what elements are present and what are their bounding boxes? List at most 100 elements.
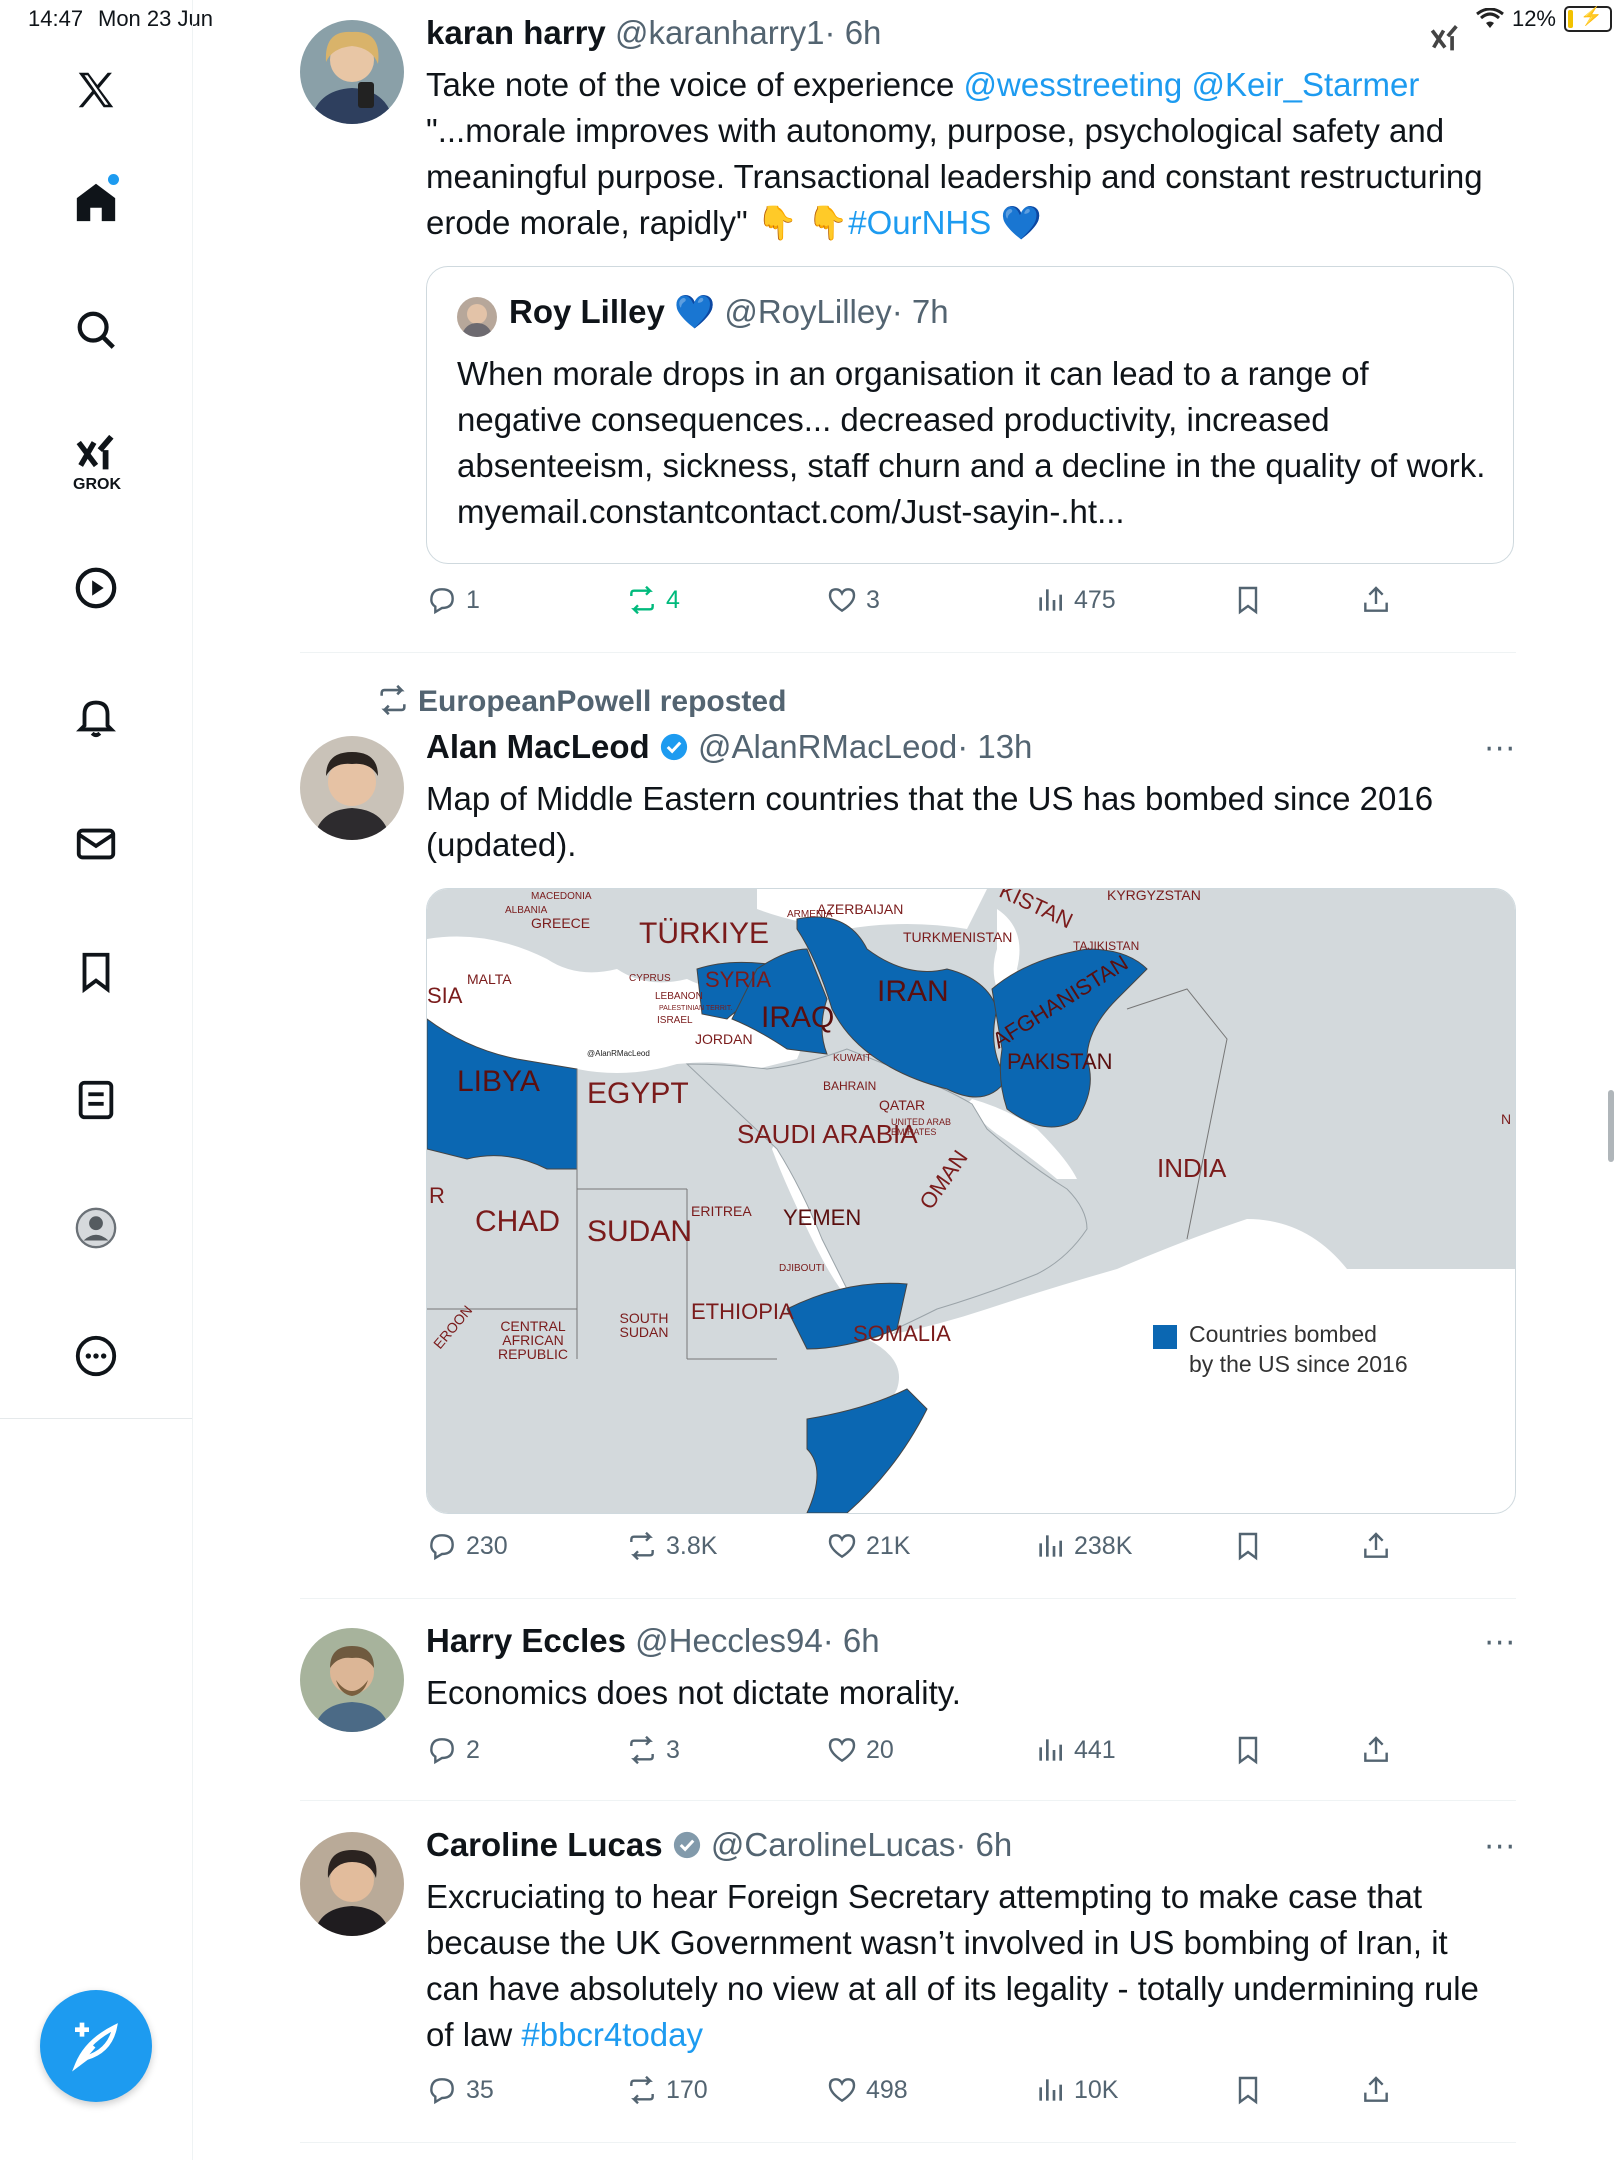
- more-options-button[interactable]: ···: [1484, 732, 1516, 767]
- map-label: R: [429, 1183, 445, 1208]
- grok-label: GROK: [73, 476, 121, 493]
- mention-link[interactable]: @wesstreeting: [964, 66, 1183, 103]
- tweet-time[interactable]: · 6h: [825, 14, 882, 51]
- map-label: SUDAN: [587, 1215, 693, 1248]
- map-label: PALESTINIAN TERRIT.: [659, 1005, 733, 1012]
- profile-icon[interactable]: [58, 1190, 134, 1266]
- like-count: 21K: [866, 1531, 911, 1560]
- video-icon[interactable]: [58, 550, 134, 626]
- home-icon[interactable]: [58, 164, 134, 240]
- heart-icon: [828, 588, 856, 613]
- tweet-divider: [300, 1598, 1516, 1599]
- reposted-by[interactable]: EuropeanPowell reposted: [418, 685, 786, 718]
- tweet-header: Alan MacLeod @AlanRMacLeod· 13h: [426, 728, 1032, 766]
- author-name[interactable]: Alan MacLeod: [426, 728, 650, 765]
- author-handle[interactable]: @CarolineLucas: [711, 1826, 955, 1863]
- like-button[interactable]: 498: [826, 2074, 908, 2106]
- share-button[interactable]: [1360, 1734, 1392, 1766]
- mention-link[interactable]: @Keir_Starmer: [1191, 66, 1419, 103]
- share-button[interactable]: [1360, 2074, 1392, 2106]
- author-name[interactable]: karan harry: [426, 14, 606, 51]
- sidebar: GROK: [0, 0, 193, 2160]
- bookmarks-icon[interactable]: [58, 934, 134, 1010]
- tweet-header: Caroline Lucas @CarolineLucas· 6h: [426, 1826, 1012, 1864]
- search-icon[interactable]: [58, 292, 134, 368]
- compose-icon: [72, 2022, 118, 2072]
- tweet-time[interactable]: · 6h: [955, 1826, 1012, 1863]
- share-button[interactable]: [1360, 1530, 1392, 1562]
- map-label: TÜRKIYE: [639, 917, 770, 950]
- like-count: 498: [866, 2075, 908, 2104]
- more-options-button[interactable]: ···: [1484, 1830, 1516, 1865]
- repost-indicator: EuropeanPowell reposted: [376, 683, 786, 719]
- avatar-caroline-lucas[interactable]: [300, 1832, 404, 1936]
- hashtag-link[interactable]: #OurNHS: [848, 204, 991, 241]
- like-button[interactable]: 3: [826, 584, 880, 616]
- views-count: 10K: [1074, 2075, 1119, 2104]
- heart-icon: [828, 1534, 856, 1559]
- bookmark-button[interactable]: [1232, 1530, 1264, 1562]
- quoted-tweet[interactable]: Roy Lilley 💙 @RoyLilley· 7h When morale …: [426, 266, 1514, 564]
- reply-button[interactable]: 1: [426, 584, 480, 616]
- verified-badge-icon: [673, 1831, 700, 1859]
- map-label: IRAN: [877, 975, 949, 1008]
- map-legend-swatch: [1153, 1325, 1177, 1349]
- views-button[interactable]: 475: [1034, 584, 1116, 616]
- lists-icon[interactable]: [58, 1062, 134, 1138]
- author-handle[interactable]: @AlanRMacLeod: [698, 728, 957, 765]
- hashtag-link[interactable]: #bbcr4today: [521, 2016, 703, 2053]
- map-label: ETHIOPIA: [691, 1299, 794, 1324]
- author-handle[interactable]: @karanharry1: [615, 14, 825, 51]
- avatar-harry-eccles[interactable]: [300, 1628, 404, 1732]
- repost-button[interactable]: 170: [626, 2074, 708, 2106]
- messages-icon[interactable]: [58, 806, 134, 882]
- repost-button[interactable]: 4: [626, 584, 680, 616]
- notifications-icon[interactable]: [58, 678, 134, 754]
- map-label: TAJIKISTAN: [1073, 939, 1140, 953]
- scrollbar[interactable]: [1608, 1090, 1614, 1162]
- author-name[interactable]: Caroline Lucas: [426, 1826, 663, 1863]
- avatar-karan-harry[interactable]: [300, 20, 404, 124]
- x-logo-icon[interactable]: [58, 52, 134, 128]
- more-icon[interactable]: [58, 1318, 134, 1394]
- map-label: DJIBOUTI: [779, 1263, 825, 1274]
- map-label: ALBANIA: [505, 905, 548, 916]
- tweet-header: karan harry @karanharry1· 6h: [426, 14, 881, 52]
- views-button[interactable]: 441: [1034, 1734, 1116, 1766]
- share-button[interactable]: [1360, 584, 1392, 616]
- avatar-alan-macleod[interactable]: [300, 736, 404, 840]
- tweet-media-map[interactable]: TÜRKIYE GREECE ALBANIA MACEDONIA MALTA C…: [426, 888, 1516, 1514]
- tweet-time[interactable]: · 13h: [957, 728, 1032, 765]
- quote-text: When morale drops in an organisation it …: [457, 355, 1486, 530]
- map-label: SOMALIA: [853, 1321, 951, 1346]
- tweet-time[interactable]: · 6h: [823, 1622, 880, 1659]
- tweet-text: Take note of the voice of experience @we…: [426, 62, 1506, 246]
- reply-button[interactable]: 2: [426, 1734, 480, 1766]
- map-label: IRAQ: [761, 1001, 835, 1034]
- views-button[interactable]: 10K: [1034, 2074, 1118, 2106]
- author-name[interactable]: Harry Eccles: [426, 1622, 626, 1659]
- repost-button[interactable]: 3.8K: [626, 1530, 717, 1562]
- home-notification-dot: [108, 174, 119, 185]
- bookmark-button[interactable]: [1232, 2074, 1264, 2106]
- share-icon: [1364, 1532, 1388, 1558]
- more-options-button[interactable]: ···: [1484, 1626, 1516, 1661]
- reply-button[interactable]: 230: [426, 1530, 508, 1562]
- map-label: KYRGYZSTAN: [1107, 888, 1201, 903]
- bookmark-button[interactable]: [1232, 1734, 1264, 1766]
- reply-count: 2: [466, 1735, 480, 1764]
- map-label: N: [1501, 1111, 1512, 1127]
- compose-button[interactable]: [40, 1990, 152, 2102]
- views-button[interactable]: 238K: [1034, 1530, 1132, 1562]
- repost-button[interactable]: 3: [626, 1734, 680, 1766]
- like-button[interactable]: 21K: [826, 1530, 910, 1562]
- author-handle[interactable]: @Heccles94: [635, 1622, 823, 1659]
- reply-icon: [430, 2078, 454, 2105]
- views-count: 475: [1074, 585, 1116, 614]
- grok-badge-icon[interactable]: [1426, 22, 1464, 56]
- map-label: ISRAEL: [657, 1015, 693, 1026]
- reply-button[interactable]: 35: [426, 2074, 494, 2106]
- avatar-roy-lilley: [457, 297, 497, 337]
- bookmark-button[interactable]: [1232, 584, 1264, 616]
- like-button[interactable]: 20: [826, 1734, 894, 1766]
